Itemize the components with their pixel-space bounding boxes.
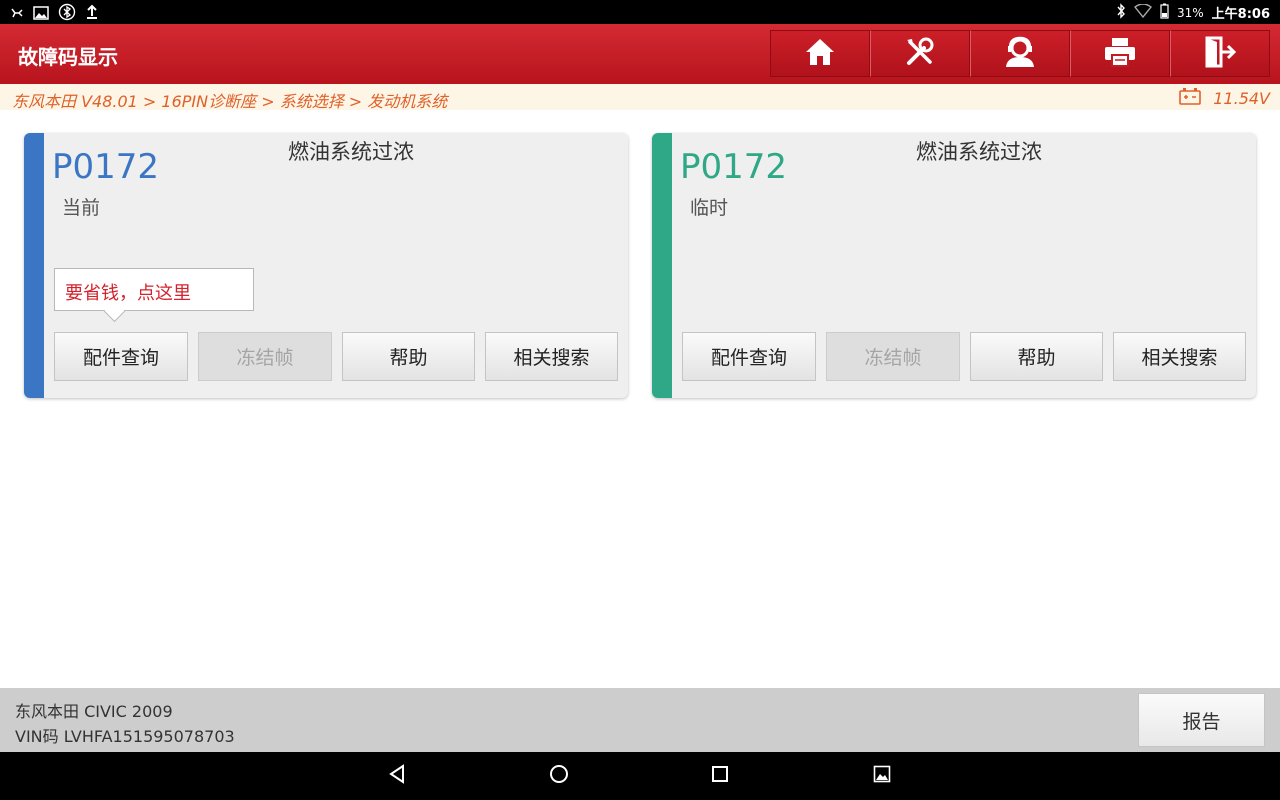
print-button[interactable] xyxy=(1070,30,1170,77)
report-button[interactable]: 报告 xyxy=(1138,693,1265,747)
header-bar: 故障码显示 xyxy=(0,24,1280,84)
freeze-frame-button[interactable]: 冻结帧 xyxy=(198,332,332,381)
recents-button[interactable] xyxy=(708,764,732,788)
support-button[interactable] xyxy=(970,30,1070,77)
parts-query-button[interactable]: 配件查询 xyxy=(54,332,188,381)
dtc-card: P0172 临时 燃油系统过浓 配件查询 冻结帧 帮助 相关搜索 xyxy=(652,133,1256,398)
circle-home-icon xyxy=(549,764,569,788)
battery-voltage: 11.54V xyxy=(1179,87,1270,109)
battery-icon xyxy=(1160,3,1169,22)
related-search-button[interactable]: 相关搜索 xyxy=(1113,332,1246,381)
screenshot-icon xyxy=(873,765,891,787)
bluetooth-icon xyxy=(1116,3,1126,22)
back-icon xyxy=(388,764,406,788)
help-button[interactable]: 帮助 xyxy=(342,332,475,381)
dtc-code: P0172 xyxy=(52,147,160,187)
status-stripe xyxy=(24,133,44,398)
breadcrumb: 东风本田 V48.01 > 16PIN诊断座 > 系统选择 > 发动机系统 xyxy=(12,92,448,111)
battery-percent: 31% xyxy=(1176,5,1204,20)
diagnostic-tools-icon xyxy=(904,36,936,72)
home-icon xyxy=(804,37,836,71)
dtc-description: 燃油系统过浓 xyxy=(916,140,1042,164)
status-stripe xyxy=(652,133,672,398)
screenshot-button[interactable] xyxy=(870,764,894,788)
support-agent-icon xyxy=(1003,36,1037,72)
upload-icon xyxy=(85,4,99,24)
back-button[interactable] xyxy=(385,764,409,788)
vehicle-info: 东风本田 CIVIC 2009 VIN码 LVHFA151595078703 xyxy=(15,699,235,749)
diagnostic-tools-button[interactable] xyxy=(870,30,970,77)
square-recents-icon xyxy=(711,765,729,787)
print-icon xyxy=(1103,36,1137,72)
dtc-card: P0172 当前 燃油系统过浓 要省钱，点这里 配件查询 冻结帧 帮助 相关搜索 xyxy=(24,133,628,398)
parts-query-button[interactable]: 配件查询 xyxy=(682,332,816,381)
dtc-status: 当前 xyxy=(62,197,101,219)
car-battery-icon xyxy=(1179,87,1202,109)
dtc-status: 临时 xyxy=(690,197,729,219)
breadcrumb-bar: 东风本田 V48.01 > 16PIN诊断座 > 系统选择 > 发动机系统 11… xyxy=(0,84,1280,111)
home-button[interactable] xyxy=(770,30,870,77)
exit-icon xyxy=(1203,36,1237,72)
help-button[interactable]: 帮助 xyxy=(970,332,1103,381)
usb-debug-icon xyxy=(10,5,24,24)
vin-number: VIN码 LVHFA151595078703 xyxy=(15,727,235,746)
exit-button[interactable] xyxy=(1170,30,1270,77)
toolbar xyxy=(770,30,1270,77)
dtc-actions: 配件查询 冻结帧 帮助 相关搜索 xyxy=(682,332,1246,381)
vehicle-info-bar: 东风本田 CIVIC 2009 VIN码 LVHFA151595078703 报… xyxy=(0,688,1280,752)
page-title: 故障码显示 xyxy=(18,45,118,69)
voltage-value: 11.54V xyxy=(1213,88,1270,108)
system-nav-bar xyxy=(0,752,1280,800)
dtc-code: P0172 xyxy=(680,147,788,187)
status-bar: 31% 上午8:06 xyxy=(0,0,1280,24)
freeze-frame-button[interactable]: 冻结帧 xyxy=(826,332,960,381)
image-icon xyxy=(33,5,49,24)
clock: 上午8:06 xyxy=(1211,7,1270,22)
bluetooth-circle-icon xyxy=(58,3,76,25)
save-money-tooltip[interactable]: 要省钱，点这里 xyxy=(54,268,254,311)
home-nav-button[interactable] xyxy=(547,764,571,788)
related-search-button[interactable]: 相关搜索 xyxy=(485,332,618,381)
dtc-actions: 配件查询 冻结帧 帮助 相关搜索 xyxy=(54,332,618,381)
vehicle-model: 东风本田 CIVIC 2009 xyxy=(15,702,173,721)
dtc-description: 燃油系统过浓 xyxy=(288,140,414,164)
wifi-icon xyxy=(1133,3,1152,21)
